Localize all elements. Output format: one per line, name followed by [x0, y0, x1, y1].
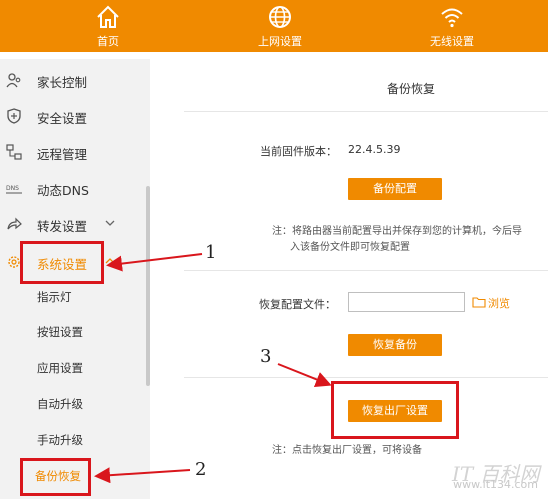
- top-nav-bar: 首页 上网设置 无线设置: [0, 0, 548, 52]
- step-number-2: 2: [195, 459, 207, 480]
- subitem-label: 指示灯: [37, 290, 72, 304]
- step-number-3: 3: [260, 346, 272, 367]
- subitem-label: 应用设置: [37, 361, 83, 375]
- watermark-url: www.it134.com: [453, 478, 538, 491]
- backup-config-button[interactable]: 备份配置: [348, 178, 442, 200]
- nav-home[interactable]: 首页: [53, 0, 163, 52]
- chevron-up-icon: [105, 258, 115, 264]
- sidebar-item-security[interactable]: 安全设置: [0, 101, 150, 131]
- backup-note-line2: 入该备份文件即可恢复配置: [290, 242, 410, 253]
- sidebar-item-label: 远程管理: [37, 147, 88, 162]
- sidebar-item-remote[interactable]: 远程管理: [0, 137, 150, 167]
- firmware-label: 当前固件版本：: [260, 145, 337, 158]
- backup-note-line1: 注：将路由器当前配置导出并保存到您的计算机，今后导: [272, 226, 522, 237]
- nav-internet[interactable]: 上网设置: [225, 0, 335, 52]
- restore-file-input[interactable]: [348, 292, 465, 312]
- sidebar-item-label: 动态DNS: [37, 183, 89, 198]
- divider: [184, 377, 548, 378]
- subitem-indicator-light[interactable]: 指示灯: [0, 283, 150, 311]
- globe-icon: [269, 6, 291, 28]
- sidebar-item-label: 转发设置: [37, 219, 88, 234]
- page-title: 备份恢复: [387, 82, 436, 96]
- folder-icon: [472, 297, 486, 308]
- subitem-manual-upgrade[interactable]: 手动升级: [0, 426, 150, 454]
- annotation-box-system-settings: [20, 241, 104, 284]
- nav-wireless-label: 无线设置: [430, 35, 474, 48]
- restore-backup-button[interactable]: 恢复备份: [348, 334, 442, 356]
- forward-icon: [7, 217, 22, 230]
- divider: [184, 270, 548, 271]
- shield-icon: [7, 108, 21, 124]
- subitem-label: 手动升级: [37, 433, 83, 447]
- wifi-icon: [441, 8, 463, 28]
- annotation-box-backup-restore: [20, 458, 91, 496]
- sidebar-item-forwarding[interactable]: 转发设置: [0, 209, 150, 239]
- sidebar-item-label: 安全设置: [37, 111, 88, 126]
- subitem-label: 按钮设置: [37, 325, 83, 339]
- restore-file-label: 恢复配置文件：: [259, 298, 336, 311]
- firmware-value: 22.4.5.39: [348, 143, 401, 156]
- subitem-button-settings[interactable]: 按钮设置: [0, 318, 150, 346]
- subitem-app-settings[interactable]: 应用设置: [0, 354, 150, 382]
- divider: [184, 111, 548, 112]
- factory-note: 注：点击恢复出厂设置，可将设备: [272, 445, 422, 456]
- sidebar-item-parental-control[interactable]: 家长控制: [0, 65, 150, 95]
- subitem-auto-upgrade[interactable]: 自动升级: [0, 390, 150, 418]
- subitem-label: 自动升级: [37, 397, 83, 411]
- chevron-down-icon: [105, 220, 115, 226]
- nav-home-label: 首页: [97, 35, 119, 48]
- annotation-box-factory-reset: [331, 381, 459, 439]
- svg-text:DNS: DNS: [6, 185, 19, 192]
- remote-icon: [6, 144, 22, 160]
- parent-icon: [6, 73, 21, 88]
- sidebar-item-label: 家长控制: [37, 75, 88, 90]
- nav-wireless[interactable]: 无线设置: [397, 0, 507, 52]
- dns-icon: DNS: [6, 185, 22, 194]
- nav-internet-label: 上网设置: [258, 35, 302, 48]
- home-icon: [97, 5, 119, 28]
- sidebar-item-ddns[interactable]: DNS 动态DNS: [0, 173, 150, 203]
- step-number-1: 1: [205, 242, 217, 263]
- sidebar-scrollbar[interactable]: [146, 186, 150, 386]
- browse-label: 浏览: [488, 297, 510, 310]
